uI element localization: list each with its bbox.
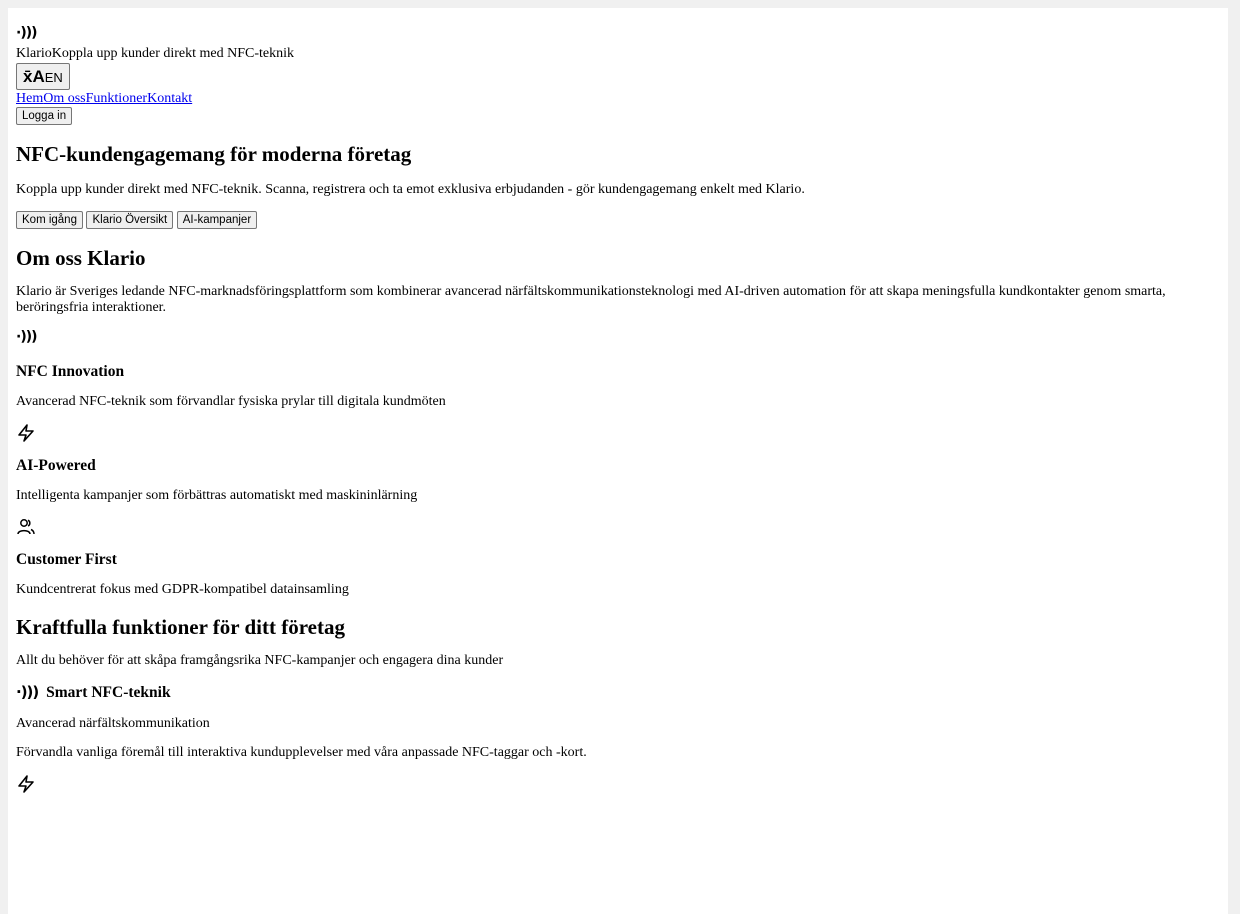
feature-text: Förvandla vanliga föremål till interakti… — [16, 745, 587, 760]
lightning-icon — [16, 423, 1220, 443]
lightning-icon — [16, 774, 1220, 794]
hero-title: NFC-kundengagemang för moderna företag — [16, 142, 412, 166]
nav-link-kontakt[interactable]: Kontakt — [147, 91, 192, 106]
brand[interactable]: KlarioKoppla upp kunder direkt med NFC-t… — [16, 46, 1220, 62]
nfc-wave-icon: ·))) — [16, 25, 37, 41]
value-title: AI-Powered — [16, 457, 96, 474]
value-card: Customer First Kundcentrerat fokus med G… — [16, 517, 1220, 598]
value-text: Intelligenta kampanjer som förbättras au… — [16, 488, 418, 503]
nfc-wave-icon: ·))) — [16, 683, 39, 701]
users-icon — [16, 517, 1220, 537]
login-button[interactable]: Logga in — [16, 107, 73, 125]
features-text: Allt du behöver för att skåpa framgångsr… — [16, 653, 504, 668]
brand-icon-row: ·))) — [16, 8, 1220, 44]
value-card: ·))) NFC Innovation Avancerad NFC-teknik… — [16, 329, 1220, 410]
get-started-button[interactable]: Kom igång — [16, 211, 83, 229]
ai-campaigns-button[interactable]: AI-kampanjer — [176, 211, 258, 229]
nfc-wave-icon: ·))) — [16, 329, 38, 345]
value-title: NFC Innovation — [16, 363, 125, 380]
about-text: Klario är Sveriges ledande NFC-marknadsf… — [16, 284, 1166, 315]
nav-link-hem[interactable]: Hem — [16, 91, 43, 106]
value-card: AI-Powered Intelligenta kampanjer som fö… — [16, 423, 1220, 504]
value-title: Customer First — [16, 551, 117, 568]
about-title: Om oss Klario — [16, 246, 146, 270]
feature-card: ·))) Smart NFC-teknik Avancerad närfälts… — [16, 682, 1220, 794]
feature-title: Smart NFC-teknik — [46, 684, 171, 701]
about-section: Om oss Klario Klario är Sveriges ledande… — [16, 246, 1220, 598]
page: ·))) KlarioKoppla upp kunder direkt med … — [8, 8, 1228, 794]
features-title: Kraftfulla funktioner för ditt företag — [16, 615, 345, 639]
nav-link-om-oss[interactable]: Om oss — [43, 91, 85, 106]
main-nav: HemOm ossFunktionerKontakt — [16, 91, 1220, 107]
language-toggle-button[interactable]: x̄AEN — [16, 63, 70, 90]
hero-text: Koppla upp kunder direkt med NFC-teknik.… — [16, 182, 805, 197]
features-section: Kraftfulla funktioner för ditt företag A… — [16, 615, 1220, 794]
brand-name: Klario — [16, 46, 52, 61]
hero-cta-group: Kom igång Klario Översikt AI-kampanjer — [16, 211, 1220, 229]
browser-viewport: ·))) KlarioKoppla upp kunder direkt med … — [8, 8, 1228, 914]
feature-title-row: ·))) Smart NFC-teknik — [16, 682, 1220, 703]
hero-section: NFC-kundengagemang för moderna företag K… — [16, 142, 1220, 229]
value-text: Avancerad NFC-teknik som förvandlar fysi… — [16, 394, 446, 409]
brand-tagline: Koppla upp kunder direkt med NFC-teknik — [51, 46, 295, 61]
value-text: Kundcentrerat fokus med GDPR-kompatibel … — [16, 582, 349, 597]
nav-link-funktioner[interactable]: Funktioner — [86, 91, 147, 106]
language-code: EN — [44, 69, 63, 85]
overview-button[interactable]: Klario Översikt — [86, 211, 174, 229]
feature-subtitle: Avancerad närfältskommunikation — [16, 716, 210, 731]
translate-icon: x̄A — [23, 66, 45, 86]
site-header: ·))) KlarioKoppla upp kunder direkt med … — [16, 8, 1220, 125]
